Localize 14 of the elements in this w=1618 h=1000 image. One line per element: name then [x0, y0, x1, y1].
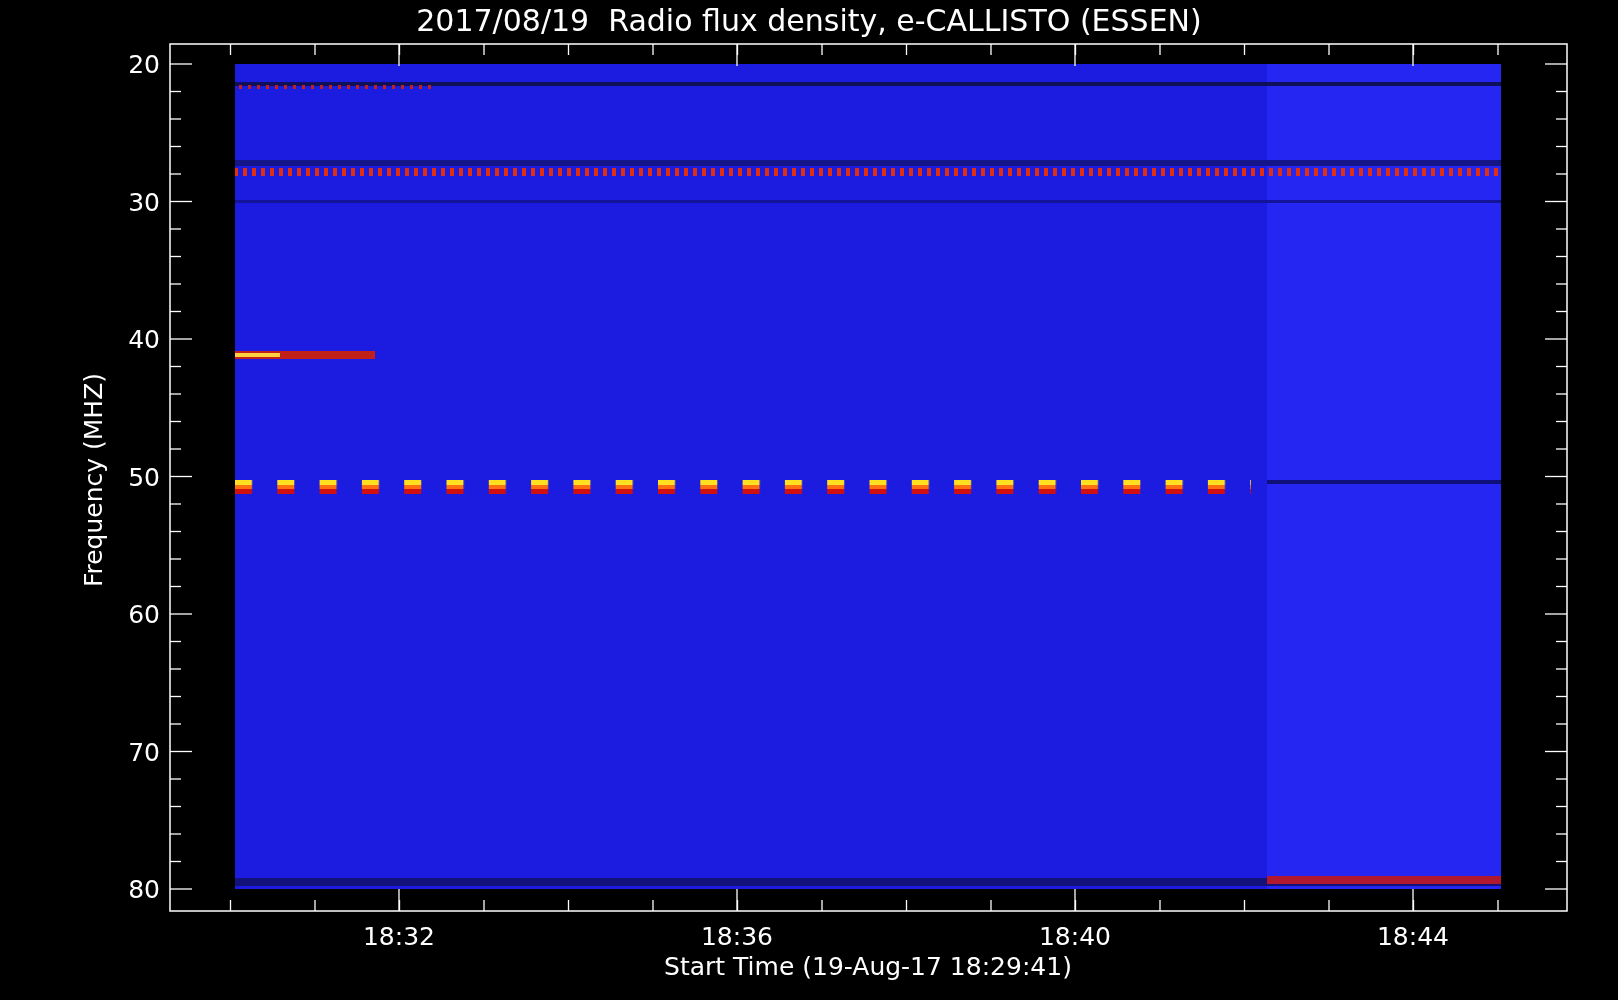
x-tick-label: 18:32 [363, 922, 435, 951]
x-tick-label: 18:44 [1377, 922, 1449, 951]
chart-title: 2017/08/19 Radio flux density, e-CALLISTO (ESSEN) [416, 3, 1202, 38]
y-tick-label: 50 [128, 462, 160, 492]
x-axis-label: Start Time (19-Aug-17 18:29:41) [664, 952, 1072, 981]
x-tick-label: 18:40 [1039, 922, 1111, 951]
y-tick-label: 70 [128, 737, 160, 767]
y-tick-label: 20 [128, 50, 160, 79]
y-tick-label: 40 [128, 325, 160, 354]
y-axis-label: Frequency (MHZ) [79, 372, 108, 588]
y-tick-label: 60 [128, 600, 160, 629]
y-tick-label: 80 [128, 875, 160, 904]
x-tick-label: 18:36 [701, 922, 773, 951]
y-tick-label: 30 [128, 187, 160, 217]
